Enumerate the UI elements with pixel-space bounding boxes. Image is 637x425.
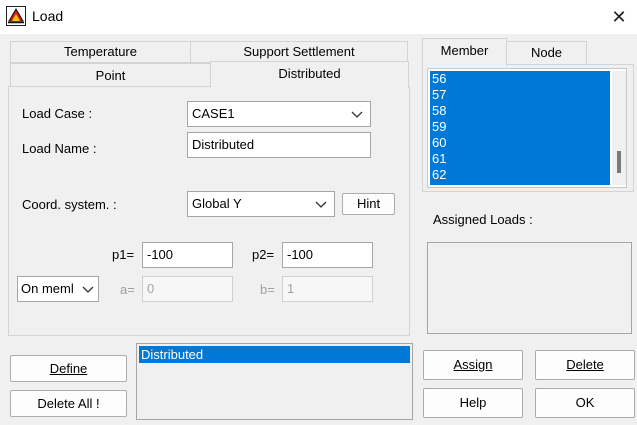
p2-input[interactable]: -100: [282, 242, 373, 268]
delete-button-label: Delete: [566, 357, 604, 372]
tab-node[interactable]: Node: [506, 41, 587, 65]
app-logo-icon: [6, 6, 26, 26]
assign-button[interactable]: Assign: [423, 350, 523, 380]
load-case-label: Load Case :: [22, 106, 93, 121]
member-list[interactable]: 56 57 58 59 60 61 62: [427, 68, 627, 188]
assigned-loads-list[interactable]: [427, 242, 632, 334]
chevron-down-icon: [81, 277, 95, 301]
scrollbar-thumb[interactable]: [617, 151, 621, 173]
list-item[interactable]: Distributed: [139, 346, 410, 363]
tab-temperature[interactable]: Temperature: [10, 41, 191, 63]
b-label: b=: [260, 282, 275, 297]
delete-all-button[interactable]: Delete All !: [10, 390, 127, 417]
load-name-input[interactable]: Distributed: [187, 132, 371, 158]
list-item[interactable]: 60: [430, 135, 610, 151]
chevron-down-icon: [314, 192, 328, 216]
window-title: Load: [32, 8, 64, 24]
list-item[interactable]: 58: [430, 103, 610, 119]
load-case-select[interactable]: CASE1: [187, 101, 371, 127]
coord-system-select[interactable]: Global Y: [187, 191, 335, 217]
load-case-value: CASE1: [192, 106, 235, 121]
list-item[interactable]: 56: [430, 71, 610, 87]
list-item[interactable]: 59: [430, 119, 610, 135]
ok-button[interactable]: OK: [535, 388, 635, 418]
tab-member[interactable]: Member: [422, 38, 507, 66]
member-scrollbar[interactable]: [612, 71, 626, 185]
list-item[interactable]: 61: [430, 151, 610, 167]
coord-system-label: Coord. system. :: [22, 197, 117, 212]
load-position-value: On meml: [21, 281, 74, 296]
list-item[interactable]: 57: [430, 87, 610, 103]
hint-button[interactable]: Hint: [342, 193, 395, 215]
load-list[interactable]: Distributed: [136, 343, 413, 420]
p1-input[interactable]: -100: [142, 242, 233, 268]
b-input: 1: [282, 276, 373, 302]
member-items: 56 57 58 59 60 61 62: [430, 71, 610, 185]
a-input: 0: [142, 276, 233, 302]
help-button[interactable]: Help: [423, 388, 523, 418]
load-position-select[interactable]: On meml: [17, 276, 99, 302]
define-button[interactable]: Define: [10, 355, 127, 382]
a-label: a=: [120, 282, 135, 297]
close-icon[interactable]: ✕: [606, 5, 632, 29]
assigned-loads-label: Assigned Loads :: [433, 212, 533, 227]
delete-button[interactable]: Delete: [535, 350, 635, 380]
load-name-label: Load Name :: [22, 141, 97, 156]
tab-distributed[interactable]: Distributed: [210, 61, 409, 88]
title-bar: [0, 0, 637, 34]
coord-system-value: Global Y: [192, 196, 242, 211]
assign-button-label: Assign: [453, 357, 493, 372]
p1-label: p1=: [112, 247, 135, 262]
tab-point[interactable]: Point: [10, 63, 211, 87]
define-button-label: Define: [49, 361, 88, 376]
list-item[interactable]: 62: [430, 167, 610, 183]
p2-label: p2=: [252, 247, 275, 262]
tab-support-settlement[interactable]: Support Settlement: [190, 41, 408, 63]
chevron-down-icon: [350, 102, 364, 126]
